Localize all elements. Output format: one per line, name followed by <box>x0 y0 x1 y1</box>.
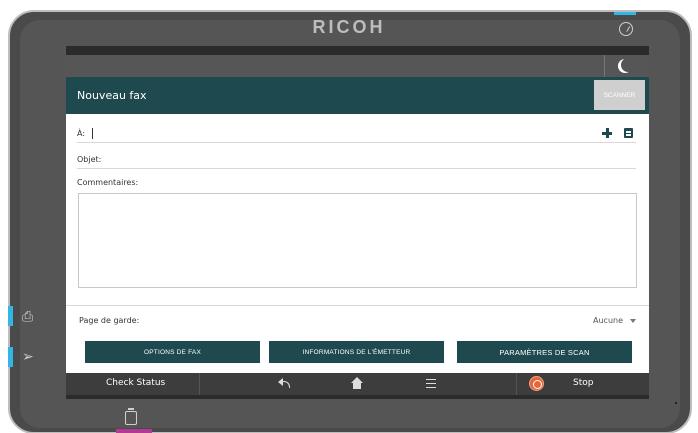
home-icon[interactable] <box>350 377 364 389</box>
fax-led <box>8 306 13 326</box>
login-led <box>8 347 13 367</box>
fax-form: À: Objet: Commentaires: Page de garde: A… <box>66 114 649 373</box>
sender-info-button[interactable]: INFORMATIONS DE L'ÉMETTEUR <box>269 341 444 363</box>
comments-label: Commentaires: <box>77 178 139 187</box>
brand-logo: RICOH <box>312 17 386 37</box>
check-status-button[interactable]: Check Status <box>106 378 165 388</box>
scan-button[interactable]: SCANNER <box>594 80 645 110</box>
to-label: À: <box>77 129 86 138</box>
subject-field[interactable]: Objet: <box>77 147 636 169</box>
data-in-led <box>116 429 152 433</box>
cover-page-row[interactable]: Page de garde: Aucune <box>66 305 649 332</box>
power-icon[interactable] <box>619 22 633 36</box>
page-title: Nouveau fax <box>77 89 147 102</box>
cover-page-select[interactable]: Aucune <box>593 316 623 325</box>
system-status-bar <box>66 55 649 77</box>
bottom-navbar: Check Status Stop <box>66 373 649 395</box>
stop-button[interactable]: Stop <box>573 378 593 388</box>
status-led <box>614 12 636 15</box>
comments-textarea[interactable] <box>78 193 637 288</box>
moon-icon[interactable] <box>621 58 635 72</box>
nav-separator <box>516 373 517 395</box>
scan-params-button[interactable]: PARAMÈTRES DE SCAN <box>457 341 632 363</box>
address-book-icon[interactable] <box>624 128 633 138</box>
back-arrow-icon[interactable] <box>278 378 290 388</box>
status-separator <box>604 55 605 77</box>
plus-icon[interactable] <box>602 128 612 138</box>
touch-screen: Nouveau fax SCANNER À: Objet: Commentair… <box>66 46 649 399</box>
to-field[interactable]: À: <box>77 121 636 143</box>
sensor-dot <box>675 402 677 404</box>
text-cursor <box>92 128 93 139</box>
subject-label: Objet: <box>77 155 102 164</box>
stop-icon[interactable] <box>529 376 544 391</box>
chevron-down-icon[interactable] <box>630 319 636 323</box>
fax-icon[interactable]: ⎙ <box>22 310 33 324</box>
login-icon[interactable]: ➢ <box>22 350 34 364</box>
fax-options-button[interactable]: OPTIONS DE FAX <box>85 341 260 363</box>
data-in-icon <box>125 408 137 425</box>
nav-separator <box>199 373 200 395</box>
cover-page-label: Page de garde: <box>79 316 140 325</box>
menu-icon[interactable] <box>426 379 436 388</box>
app-header: Nouveau fax SCANNER <box>66 77 649 114</box>
